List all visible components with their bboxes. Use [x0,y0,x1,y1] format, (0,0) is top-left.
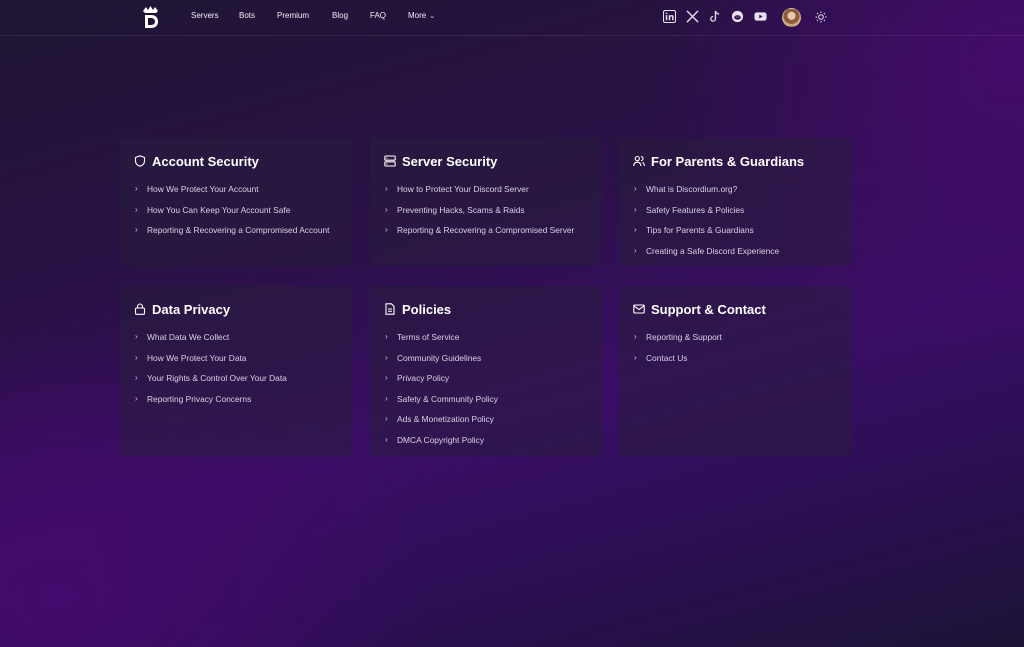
card-title-server-security: Server Security [402,154,498,169]
link-keep-account-safe[interactable]: › How You Can Keep Your Account Safe [134,203,339,217]
link-recover-compromised-account[interactable]: › Reporting & Recovering a Compromised Ac… [134,223,339,237]
users-icon [633,155,645,167]
link-community-guidelines[interactable]: › Community Guidelines [384,351,589,365]
link-tips-parents[interactable]: › Tips for Parents & Guardians [633,223,838,237]
link-preventing-hacks[interactable]: › Preventing Hacks, Scams & Raids [384,203,589,217]
chevron-right-icon: › [634,184,637,193]
nav-premium[interactable]: Premium [277,11,309,20]
top-navigation-bar: Servers Bots Premium Blog FAQ More ⌄ [0,0,1024,36]
mail-icon [633,304,645,314]
link-list: › Reporting & Support › Contact Us [633,330,838,371]
chevron-right-icon: › [634,225,637,235]
link-contact-us[interactable]: › Contact Us [633,351,838,365]
youtube-icon[interactable] [754,10,767,23]
nav-bots[interactable]: Bots [239,11,255,20]
link-safety-community-policy[interactable]: › Safety & Community Policy [384,392,589,406]
chevron-right-icon: › [385,373,388,383]
link-protect-discord-server[interactable]: › How to Protect Your Discord Server [384,182,589,196]
lock-icon [134,303,146,315]
chevron-down-icon: ⌄ [429,13,436,20]
nav-faq[interactable]: FAQ [370,11,386,20]
link-ads-monetization-policy[interactable]: › Ads & Monetization Policy [384,412,589,426]
chevron-right-icon: › [634,245,637,255]
chevron-right-icon: › [385,184,388,193]
user-avatar[interactable] [782,8,801,27]
nav-blog[interactable]: Blog [332,11,348,20]
link-list: › Terms of Service › Community Guidelines … [384,330,589,454]
link-list: › What Data We Collect › How We Protect Yo… [134,330,339,412]
reddit-icon[interactable] [731,10,744,23]
link-your-rights-control[interactable]: › Your Rights & Control Over Your Data [134,371,339,385]
card-support-contact: Support & Contact › Reporting & Support ›… [619,286,851,456]
link-reporting-support[interactable]: › Reporting & Support [633,330,838,344]
link-safe-discord-experience[interactable]: › Creating a Safe Discord Experience [633,244,838,258]
card-title-parents-guardians: For Parents & Guardians [651,154,805,169]
chevron-right-icon: › [135,373,138,383]
link-what-is-discordium[interactable]: › What is Discordium.org? [633,182,838,196]
nav-more-label: More [408,11,427,20]
card-account-security: Account Security › How We Protect Your Ac… [120,138,352,266]
chevron-right-icon: › [135,204,138,214]
sun-icon[interactable] [815,11,827,23]
link-list: › How to Protect Your Discord Server › Pre… [384,182,589,244]
chevron-right-icon: › [634,332,637,341]
card-title-data-privacy: Data Privacy [152,302,231,317]
link-what-data-we-collect[interactable]: › What Data We Collect [134,330,339,344]
x-icon[interactable] [686,10,699,23]
card-title-policies: Policies [402,302,452,317]
chevron-right-icon: › [135,352,138,362]
card-data-privacy: Data Privacy › What Data We Collect › How … [120,286,352,456]
chevron-right-icon: › [634,352,637,362]
linkedin-icon[interactable] [663,10,676,23]
chevron-right-icon: › [135,332,138,341]
chevron-right-icon: › [385,204,388,214]
nav-servers[interactable]: Servers [191,11,219,20]
chevron-right-icon: › [385,414,388,424]
site-logo[interactable] [141,5,160,29]
chevron-right-icon: › [385,434,388,444]
card-parents-guardians: For Parents & Guardians › What is Discord… [619,138,851,266]
chevron-right-icon: › [385,393,388,403]
card-title-support-contact: Support & Contact [651,302,766,317]
shield-icon [134,155,146,167]
nav-more[interactable]: More ⌄ [408,11,435,20]
link-recover-compromised-server[interactable]: › Reporting & Recovering a Compromised Se… [384,223,589,237]
chevron-right-icon: › [385,352,388,362]
card-server-security: Server Security › How to Protect Your Dis… [370,138,602,266]
card-policies: Policies › Terms of Service › Community Gu… [370,286,602,456]
chevron-right-icon: › [135,393,138,403]
link-list: › How We Protect Your Account › How You Ca… [134,182,339,244]
link-how-we-protect-your-account[interactable]: › How We Protect Your Account [134,182,339,196]
link-reporting-privacy-concerns[interactable]: › Reporting Privacy Concerns [134,392,339,406]
chevron-right-icon: › [634,204,637,214]
chevron-right-icon: › [385,332,388,341]
server-icon [384,155,396,167]
link-dmca-copyright-policy[interactable]: › DMCA Copyright Policy [384,433,589,447]
link-terms-of-service[interactable]: › Terms of Service [384,330,589,344]
link-safety-features[interactable]: › Safety Features & Policies [633,203,838,217]
link-list: › What is Discordium.org? › Safety Feature… [633,182,838,264]
link-how-we-protect-data[interactable]: › How We Protect Your Data [134,351,339,365]
card-title-account-security: Account Security [152,154,259,169]
chevron-right-icon: › [135,225,138,235]
chevron-right-icon: › [385,225,388,235]
document-icon [385,303,395,315]
chevron-right-icon: › [135,184,138,193]
tiktok-icon[interactable] [708,10,721,23]
link-privacy-policy[interactable]: › Privacy Policy [384,371,589,385]
